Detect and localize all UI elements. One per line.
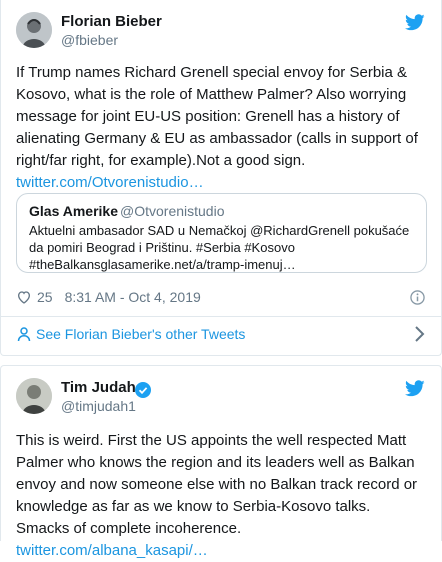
tweet-text: If Trump names Richard Grenell special e…: [16, 62, 427, 194]
avatar[interactable]: [16, 378, 52, 414]
tweet-text: This is weird. First the US appoints the…: [16, 430, 427, 562]
author-name[interactable]: Florian Bieber: [61, 13, 162, 30]
tweet-body: This is weird. First the US appoints the…: [16, 432, 418, 537]
divider: [1, 316, 441, 317]
heart-icon[interactable]: [16, 289, 32, 305]
see-more-tweets-link[interactable]: See Florian Bieber's other Tweets: [16, 326, 245, 342]
tweet-meta: 25 8:31 AM - Oct 4, 2019: [16, 289, 201, 305]
info-icon[interactable]: [410, 290, 425, 305]
person-icon: [17, 327, 31, 342]
chevron-right-icon[interactable]: [413, 325, 425, 343]
like-count[interactable]: 25: [37, 289, 53, 305]
tweet-body: If Trump names Richard Grenell special e…: [16, 64, 418, 169]
timestamp[interactable]: 8:31 AM - Oct 4, 2019: [65, 289, 201, 305]
twitter-bird-icon[interactable]: [405, 380, 425, 397]
author-handle[interactable]: @fbieber: [61, 32, 118, 48]
author-handle[interactable]: @timjudah1: [61, 398, 136, 414]
quoted-text: Aktuelni ambasador SAD u Nemačkoj @Richa…: [29, 223, 410, 272]
tweet-link[interactable]: twitter.com/albana_kasapi/…: [16, 542, 208, 559]
twitter-bird-icon[interactable]: [405, 14, 425, 31]
quoted-author-handle: @Otvorenistudio: [120, 203, 225, 219]
tweet-card-florian-bieber[interactable]: Florian Bieber @fbieber If Trump names R…: [0, 0, 442, 356]
tweet-link[interactable]: twitter.com/Otvorenistudio…: [16, 174, 204, 191]
author-name[interactable]: Tim Judah: [61, 379, 136, 396]
quoted-tweet[interactable]: Glas Amerike @Otvorenistudio Aktuelni am…: [16, 193, 427, 273]
avatar[interactable]: [16, 12, 52, 48]
tweet-card-tim-judah[interactable]: Tim Judah @timjudah1 This is weird. Firs…: [0, 365, 442, 559]
see-more-label[interactable]: See Florian Bieber's other Tweets: [36, 326, 245, 342]
verified-badge-icon: [135, 382, 151, 398]
quoted-author-name: Glas Amerike: [29, 203, 118, 219]
